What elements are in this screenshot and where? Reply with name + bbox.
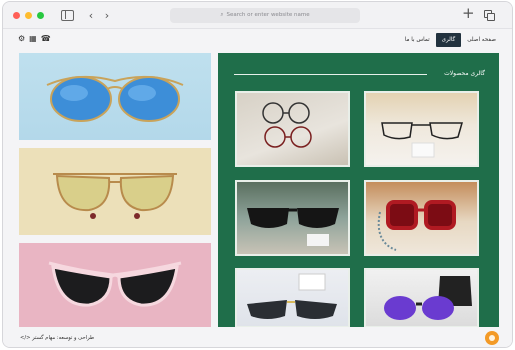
chevron-left-icon[interactable]: ‹ — [86, 9, 96, 22]
phone-icon[interactable]: ☎ — [41, 34, 51, 43]
gallery-title: گالری محصولات — [444, 70, 485, 77]
divider — [234, 74, 427, 75]
chevron-right-icon[interactable]: › — [102, 9, 112, 22]
brand-logo-icon[interactable] — [485, 331, 499, 345]
product-gallery: گالری محصولات — [218, 53, 499, 347]
browser-toolbar: ‹ › ⌕ Search or enter website name + — [3, 2, 512, 29]
maximize-window-button[interactable] — [37, 12, 44, 19]
gallery-photo-3[interactable] — [235, 180, 350, 256]
blue-sunglasses-image — [19, 53, 211, 140]
close-window-button[interactable] — [13, 12, 20, 19]
menu-item-home[interactable]: صفحه اصلی — [461, 33, 502, 47]
browser-window: ‹ › ⌕ Search or enter website name + ⚙ ▦ ☎ … — [2, 1, 513, 348]
main-menu: صفحه اصلی گالری تماس با ما — [399, 33, 502, 47]
tabs-icon[interactable] — [484, 10, 496, 23]
footer-credit[interactable]: </> طراحی و توسعه: مهام گستر — [20, 335, 94, 341]
search-icon: ⌕ — [220, 12, 224, 18]
menu-item-contact[interactable]: تماس با ما — [399, 33, 436, 47]
site-footer: </> طراحی و توسعه: مهام گستر — [3, 327, 512, 347]
gallery-photo-2[interactable] — [364, 91, 479, 167]
gallery-photo-5[interactable] — [235, 268, 350, 328]
plus-icon[interactable]: + — [462, 6, 475, 21]
gallery-photo-6[interactable] — [364, 268, 479, 328]
minimize-window-button[interactable] — [25, 12, 32, 19]
cat-eye-sunglasses-image — [19, 243, 211, 330]
store-icon[interactable]: ▦ — [29, 34, 37, 43]
site-header: ⚙ ▦ ☎ صفحه اصلی گالری تماس با ما — [3, 30, 512, 50]
gallery-photo-1[interactable] — [235, 91, 350, 167]
aviator-sunglasses-image — [19, 148, 211, 235]
web-page: ⚙ ▦ ☎ صفحه اصلی گالری تماس با ما گالری م… — [3, 30, 512, 347]
address-bar-placeholder: Search or enter website name — [226, 12, 310, 18]
sidebar-icon[interactable] — [61, 10, 74, 21]
header-icons: ⚙ ▦ ☎ — [18, 34, 55, 43]
hero-images — [19, 53, 211, 338]
address-bar[interactable]: ⌕ Search or enter website name — [170, 8, 360, 23]
gallery-photo-4[interactable] — [364, 180, 479, 256]
menu-item-gallery[interactable]: گالری — [435, 33, 462, 47]
settings-icon[interactable]: ⚙ — [18, 34, 25, 43]
